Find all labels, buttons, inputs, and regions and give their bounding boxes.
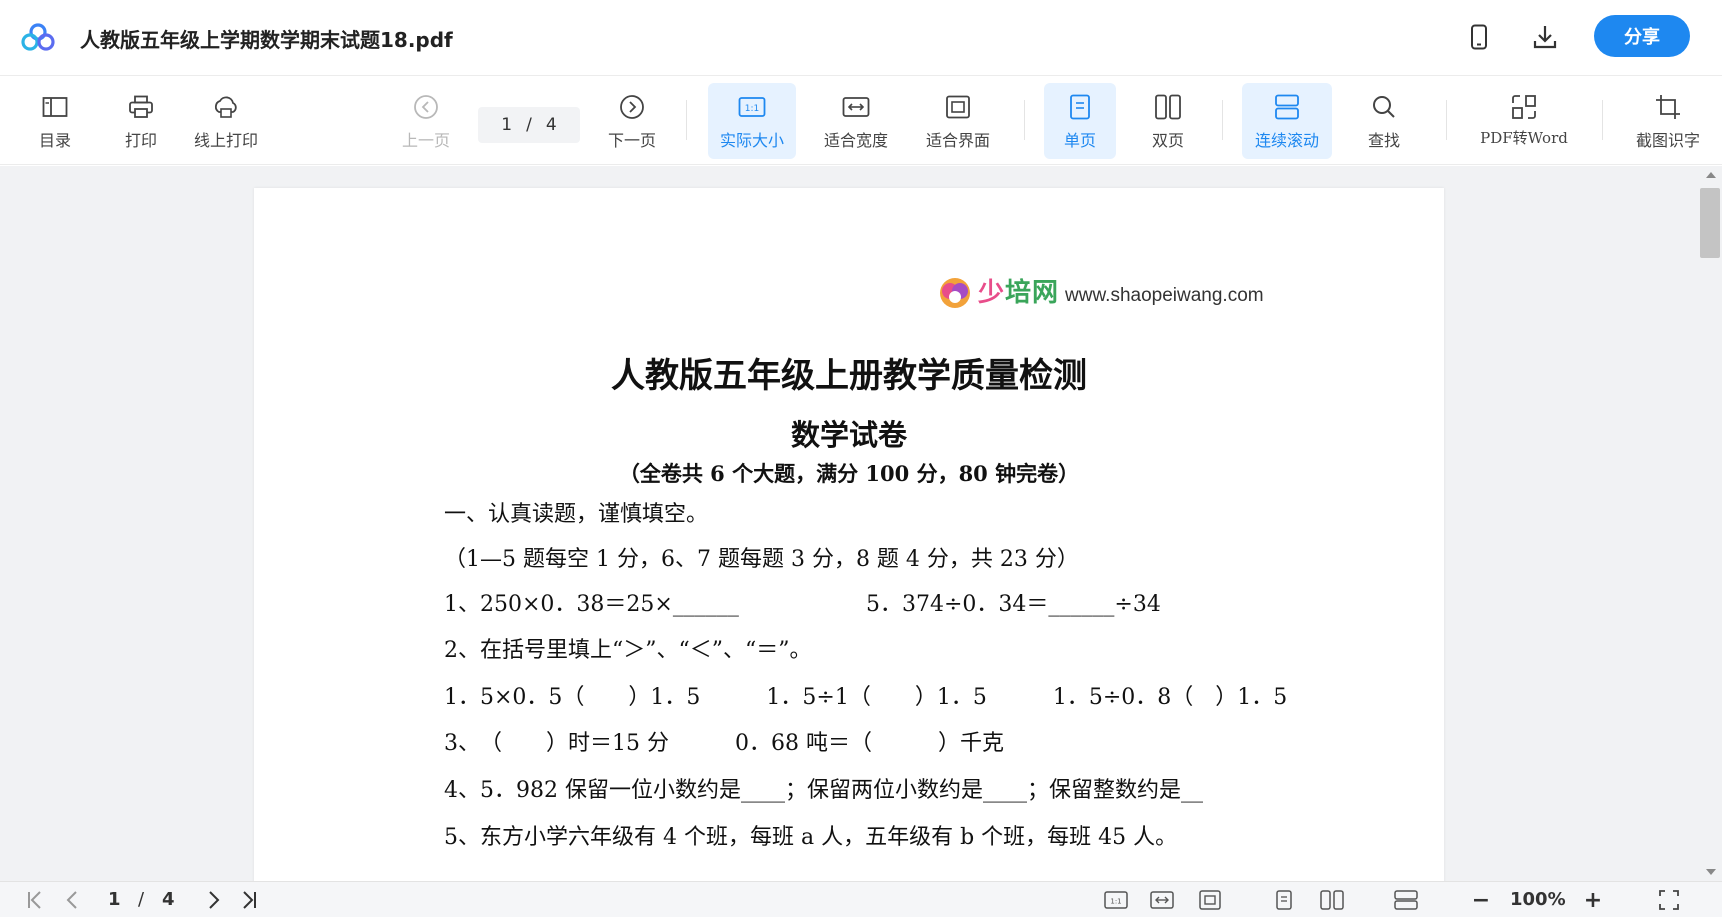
continuous-scroll-icon[interactable]	[1394, 890, 1418, 910]
continuous-scroll-button[interactable]: 连续滚动	[1242, 83, 1332, 159]
text-line: 4、5．982 保留一位小数约是____；保留两位小数约是____；保留整数约是…	[444, 778, 1203, 803]
share-button[interactable]: 分享	[1594, 15, 1690, 57]
page-number-input[interactable]: 1 / 4	[478, 107, 580, 143]
catalog-button[interactable]: 目录	[32, 83, 78, 159]
fit-width-icon	[841, 93, 871, 121]
status-bar: 1 / 4 1:1 − 100% +	[0, 881, 1722, 917]
fit-screen-button[interactable]: 适合界面	[914, 83, 1002, 159]
document-heading: 人教版五年级上册教学质量检测	[611, 356, 1087, 396]
chevron-left-circle-icon	[411, 93, 441, 121]
scroll-up-arrow-icon[interactable]	[1706, 172, 1716, 178]
actual-size-icon: 1:1	[737, 93, 767, 121]
screenshot-ocr-button[interactable]: 截图识字	[1626, 83, 1710, 159]
crop-icon	[1653, 93, 1683, 121]
first-page-icon[interactable]	[24, 890, 46, 910]
status-total-pages: 4	[162, 889, 175, 910]
fullscreen-icon[interactable]	[1658, 890, 1680, 910]
pdf-page: 少培网 www.shaopeiwang.com 人教版五年级上册教学质量检测 数…	[254, 188, 1444, 881]
watermark-logo-icon	[940, 278, 970, 308]
chevron-right-circle-icon	[617, 93, 647, 121]
download-icon[interactable]	[1530, 22, 1560, 52]
fit-width-icon[interactable]	[1150, 890, 1174, 910]
catalog-icon	[40, 93, 70, 121]
fit-screen-icon	[943, 93, 973, 121]
single-page-button[interactable]: 单页	[1044, 83, 1116, 159]
text-line: 5．374÷0．34＝______÷34	[866, 592, 1161, 617]
toolbar-divider	[686, 100, 687, 140]
vertical-scrollbar[interactable]	[1700, 166, 1722, 881]
svg-text:1:1: 1:1	[745, 104, 759, 114]
actual-size-button[interactable]: 1:1 实际大小	[708, 83, 796, 159]
next-page-button[interactable]: 下一页	[604, 83, 660, 159]
printer-icon	[126, 93, 156, 121]
text-line: 1．5×0．5（ ）1．5 1．5÷1（ ）1．5 1．5÷0．8（ ）1．5	[444, 685, 1288, 710]
zoom-out-button[interactable]: −	[1470, 888, 1492, 913]
online-print-button[interactable]: 线上打印	[186, 83, 266, 159]
watermark: 少培网 www.shaopeiwang.com	[936, 272, 1264, 309]
title-bar: 人教版五年级上学期数学期末试题18.pdf 分享	[0, 0, 1722, 76]
double-page-icon	[1153, 93, 1183, 121]
prev-page-button[interactable]: 上一页	[398, 83, 454, 159]
zoom-level: 100%	[1510, 889, 1566, 910]
status-current-page: 1	[108, 889, 121, 910]
actual-size-icon[interactable]: 1:1	[1104, 890, 1128, 910]
text-line: 2、在括号里填上“＞”、“＜”、“＝”。	[444, 638, 812, 663]
double-page-button[interactable]: 双页	[1132, 83, 1204, 159]
document-note: （全卷共 6 个大题，满分 100 分，80 钟完卷）	[618, 461, 1080, 486]
text-line: （1—5 题每空 1 分，6、7 题每题 3 分，8 题 4 分，共 23 分）	[444, 547, 1079, 572]
text-line: 一、认真读题，谨慎填空。	[444, 502, 709, 527]
find-button[interactable]: 查找	[1352, 83, 1416, 159]
toolbar-divider	[1602, 100, 1603, 140]
single-page-icon	[1065, 93, 1095, 121]
pdf-to-word-button[interactable]: PDF转Word	[1470, 83, 1578, 159]
prev-page-icon[interactable]	[62, 890, 82, 910]
fit-screen-icon[interactable]	[1198, 890, 1222, 910]
double-page-icon[interactable]	[1320, 890, 1344, 910]
toolbar-divider	[1024, 100, 1025, 140]
convert-icon	[1509, 93, 1539, 121]
app-logo-icon	[21, 23, 55, 51]
fit-width-button[interactable]: 适合宽度	[812, 83, 900, 159]
cloud-print-icon	[211, 93, 241, 121]
svg-text:1:1: 1:1	[1110, 898, 1121, 906]
document-subheading: 数学试卷	[790, 418, 907, 452]
single-page-icon[interactable]	[1274, 890, 1294, 910]
last-page-icon[interactable]	[238, 890, 260, 910]
text-line: 1、250×0．38＝25×______	[444, 592, 739, 617]
next-page-icon[interactable]	[204, 890, 224, 910]
continuous-scroll-icon	[1272, 93, 1302, 121]
document-title: 人教版五年级上学期数学期末试题18.pdf	[80, 28, 453, 52]
mobile-icon[interactable]	[1464, 22, 1494, 52]
print-button[interactable]: 打印	[118, 83, 164, 159]
scroll-down-arrow-icon[interactable]	[1706, 869, 1716, 875]
text-line: 3、 （ ）时＝15 分 0．68 吨＝（ ）千克	[444, 731, 1004, 756]
zoom-in-button[interactable]: +	[1582, 888, 1604, 913]
text-line: 5、东方小学六年级有 4 个班，每班 a 人，五年级有 b 个班，每班 45 人…	[444, 825, 1178, 850]
search-icon	[1369, 93, 1399, 121]
document-viewer[interactable]: 少培网 www.shaopeiwang.com 人教版五年级上册教学质量检测 数…	[0, 166, 1722, 881]
toolbar-divider	[1222, 100, 1223, 140]
scrollbar-thumb[interactable]	[1700, 188, 1720, 258]
watermark-url: www.shaopeiwang.com	[1065, 285, 1264, 306]
toolbar-divider	[1446, 100, 1447, 140]
